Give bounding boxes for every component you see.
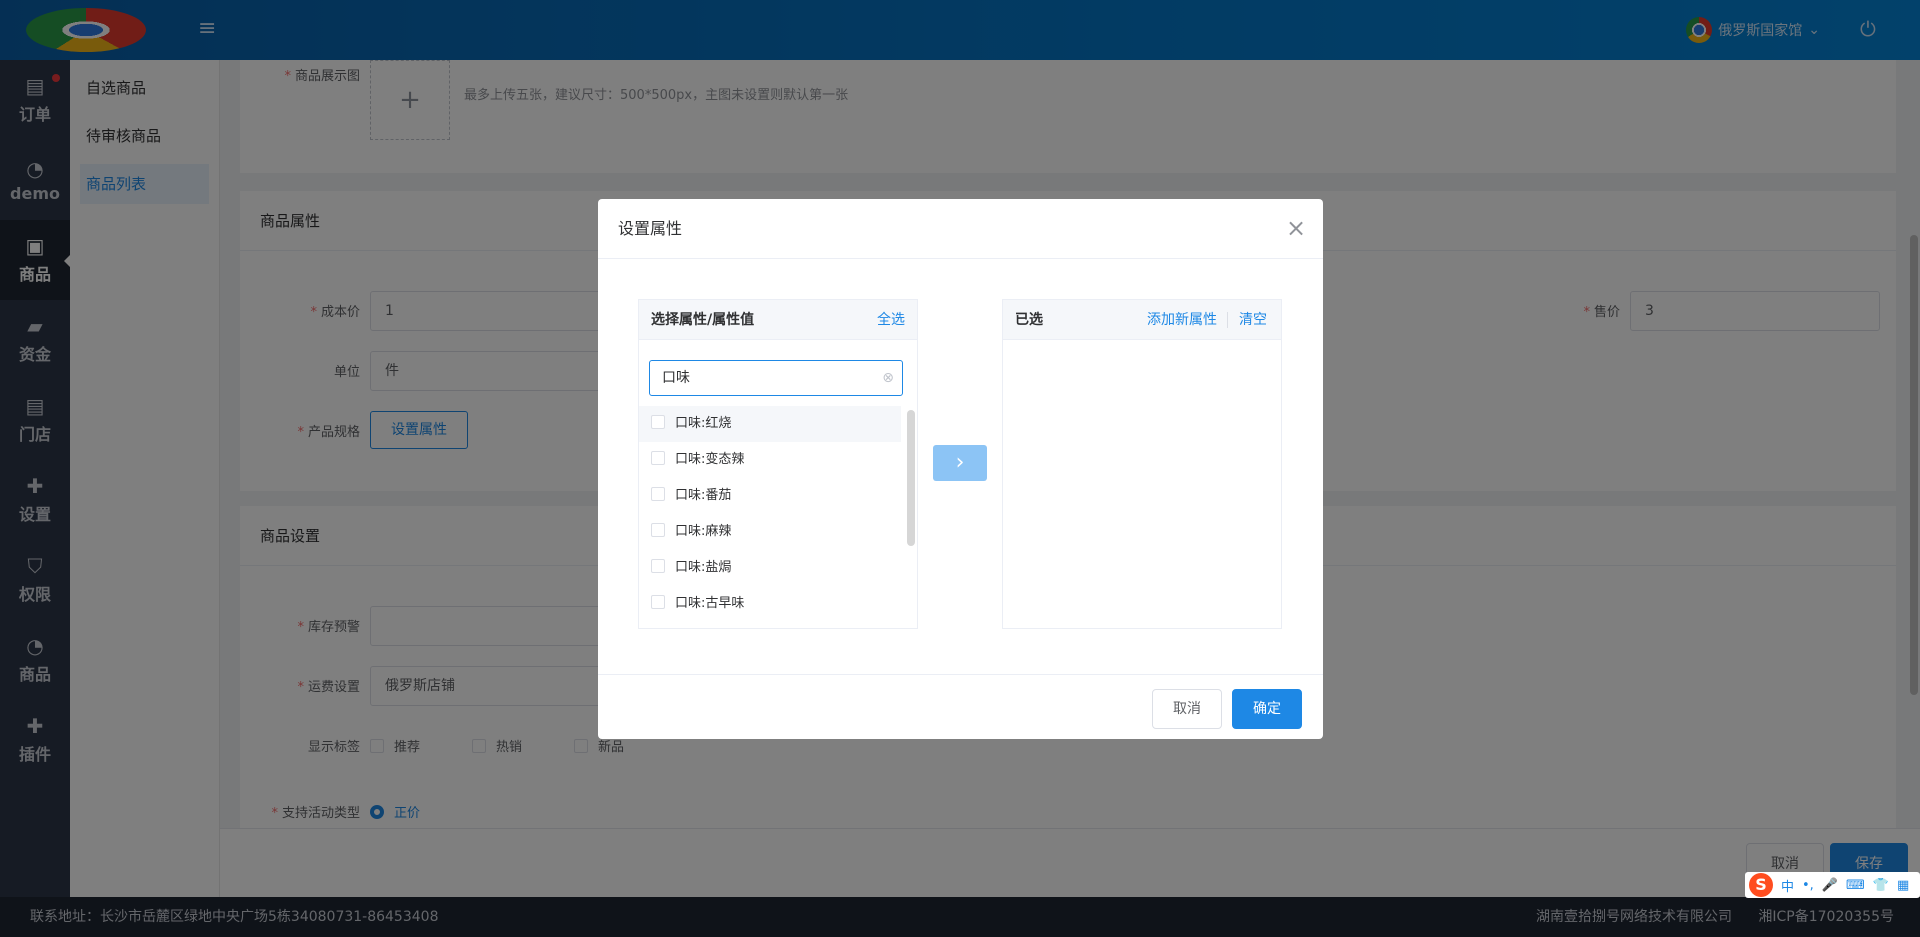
list-item[interactable]: 口味:番茄 bbox=[639, 478, 901, 514]
selected-attributes-panel: 已选 添加新属性 清空 bbox=[1002, 299, 1282, 629]
microphone-icon[interactable]: 🎤 bbox=[1822, 878, 1838, 893]
divider bbox=[1227, 312, 1228, 328]
list-item[interactable]: 口味:红烧 bbox=[639, 406, 901, 442]
select-all-link[interactable]: 全选 bbox=[877, 300, 905, 340]
selected-panel-header: 已选 添加新属性 清空 bbox=[1003, 300, 1281, 340]
dialog-header: 设置属性 × bbox=[598, 199, 1323, 259]
clear-selected-link[interactable]: 清空 bbox=[1239, 300, 1267, 340]
list-item[interactable]: 口味:麻辣 bbox=[639, 514, 901, 550]
list-item[interactable]: 口味:古早味 bbox=[639, 586, 901, 622]
ime-punct[interactable]: •, bbox=[1802, 878, 1814, 893]
keyboard-icon[interactable]: ⌨ bbox=[1846, 878, 1865, 893]
dialog-confirm-button[interactable]: 确定 bbox=[1232, 689, 1302, 729]
skin-icon[interactable]: 👕 bbox=[1873, 878, 1889, 893]
grid-icon[interactable]: ▦ bbox=[1897, 878, 1909, 893]
close-icon[interactable]: × bbox=[1285, 216, 1307, 240]
dialog-cancel-button[interactable]: 取消 bbox=[1152, 689, 1222, 729]
attribute-option-list: 口味:红烧 口味:变态辣 口味:番茄 口味:麻辣 口味:盐焗 口味:古早味 bbox=[639, 406, 901, 626]
selected-panel-title: 已选 bbox=[1015, 312, 1043, 328]
attribute-source-panel: 选择属性/属性值 全选 口味 ⊗ 口味:红烧 口味:变态辣 口味:番茄 口味:麻… bbox=[638, 299, 918, 629]
list-item[interactable]: 口味:盐焗 bbox=[639, 550, 901, 586]
attribute-search-input[interactable]: 口味 ⊗ bbox=[649, 360, 903, 396]
source-panel-header: 选择属性/属性值 全选 bbox=[639, 300, 917, 340]
dialog-title: 设置属性 bbox=[618, 219, 683, 238]
add-new-attribute-link[interactable]: 添加新属性 bbox=[1147, 300, 1217, 340]
list-item[interactable]: 口味:变态辣 bbox=[639, 442, 901, 478]
dialog-footer: 取消 确定 bbox=[598, 674, 1323, 739]
ime-toolbar[interactable]: S 中 •, 🎤 ⌨ 👕 ▦ bbox=[1745, 872, 1920, 898]
transfer-right-button[interactable]: › bbox=[933, 445, 987, 481]
list-scrollbar[interactable] bbox=[907, 410, 915, 546]
ime-lang[interactable]: 中 bbox=[1781, 876, 1794, 895]
source-panel-title: 选择属性/属性值 bbox=[651, 312, 755, 328]
ime-logo-icon: S bbox=[1749, 873, 1773, 897]
clear-circle-icon[interactable]: ⊗ bbox=[882, 361, 894, 395]
set-attributes-dialog: 设置属性 × 选择属性/属性值 全选 口味 ⊗ 口味:红烧 口味:变态辣 口味:… bbox=[598, 199, 1323, 739]
